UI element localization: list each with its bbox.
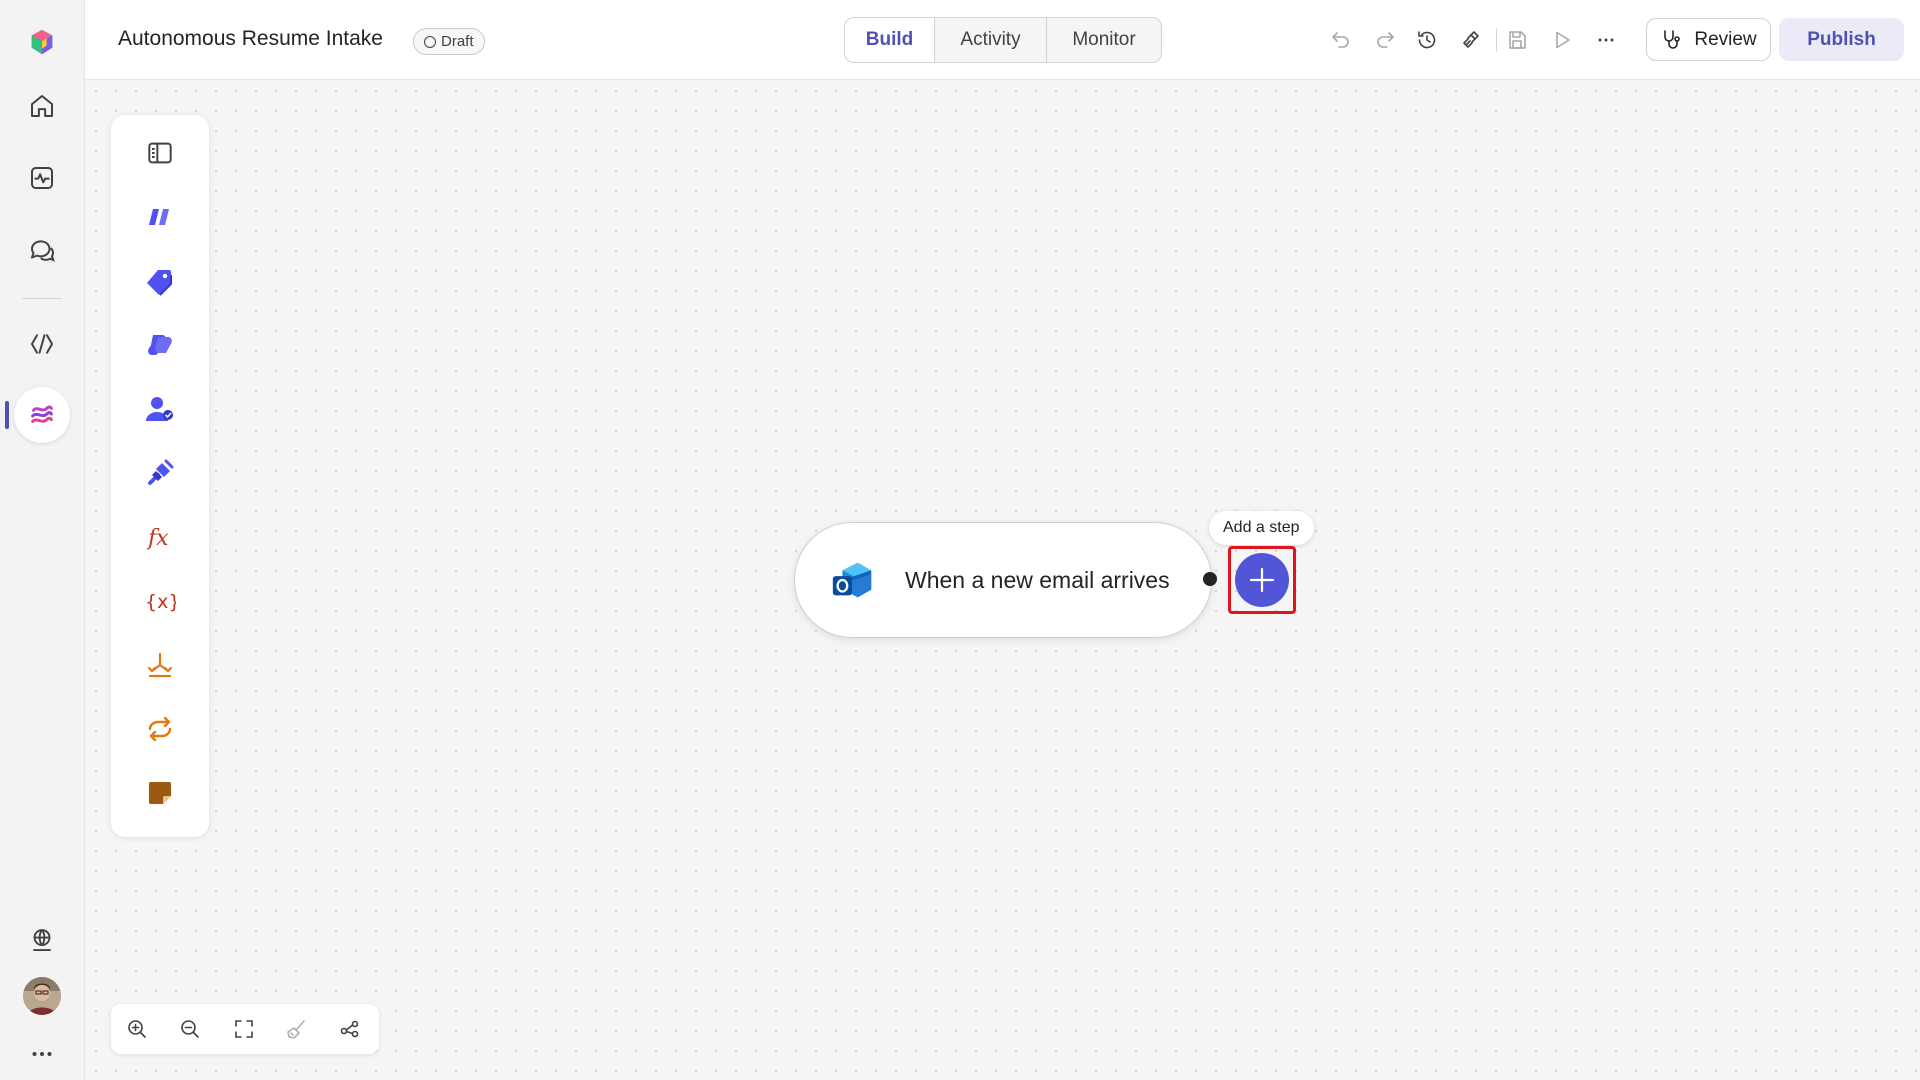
trigger-label: When a new email arrives bbox=[905, 566, 1170, 593]
function-icon[interactable]: fx bbox=[135, 512, 185, 562]
activity-icon[interactable] bbox=[14, 150, 70, 206]
connector-handle[interactable] bbox=[1203, 572, 1217, 586]
app-window: Autonomous Resume Intake Draft Build Act… bbox=[0, 0, 1920, 1080]
zoom-in-icon[interactable] bbox=[122, 1014, 152, 1044]
add-step-tooltip: Add a step bbox=[1209, 511, 1314, 545]
svg-text:fx: fx bbox=[146, 526, 169, 551]
status-badge: Draft bbox=[413, 28, 485, 55]
condition-icon[interactable] bbox=[135, 640, 185, 690]
save-icon[interactable] bbox=[1499, 22, 1535, 58]
review-button[interactable]: Review bbox=[1646, 18, 1771, 61]
variable-icon[interactable]: {x} bbox=[135, 576, 185, 626]
tab-build[interactable]: Build bbox=[845, 18, 935, 62]
auto-layout-icon[interactable] bbox=[335, 1014, 365, 1044]
copilot-icon[interactable] bbox=[135, 320, 185, 370]
view-tabs: Build Activity Monitor bbox=[844, 17, 1162, 63]
rail-divider bbox=[22, 298, 62, 299]
human-in-loop-icon[interactable] bbox=[135, 384, 185, 434]
outlook-icon bbox=[832, 562, 872, 598]
ai-actions-icon[interactable] bbox=[135, 192, 185, 242]
rail-active-indicator bbox=[5, 401, 9, 429]
agent-flows-icon[interactable] bbox=[14, 387, 70, 443]
loop-icon[interactable] bbox=[135, 704, 185, 754]
draft-circle-icon bbox=[424, 35, 436, 48]
home-icon[interactable] bbox=[14, 78, 70, 134]
header-separator bbox=[1496, 28, 1497, 52]
chat-icon[interactable] bbox=[14, 222, 70, 278]
connections-icon[interactable] bbox=[1454, 22, 1490, 58]
status-badge-label: Draft bbox=[441, 33, 474, 50]
undo-icon[interactable] bbox=[1323, 22, 1359, 58]
review-label: Review bbox=[1694, 28, 1757, 50]
environment-icon[interactable] bbox=[14, 912, 70, 968]
tags-icon[interactable] bbox=[135, 256, 185, 306]
tab-activity[interactable]: Activity bbox=[935, 18, 1047, 62]
trigger-node[interactable]: When a new email arrives bbox=[794, 522, 1212, 638]
developer-icon[interactable] bbox=[14, 316, 70, 372]
add-step-button[interactable] bbox=[1235, 553, 1289, 607]
toolbox-panel: fx {x} bbox=[111, 115, 209, 837]
connector-icon[interactable] bbox=[135, 448, 185, 498]
publish-button[interactable]: Publish bbox=[1779, 18, 1904, 61]
svg-text:{x}: {x} bbox=[145, 591, 176, 613]
left-rail bbox=[0, 0, 85, 1080]
test-run-icon[interactable] bbox=[1544, 22, 1580, 58]
header-bar: Autonomous Resume Intake Draft Build Act… bbox=[85, 0, 1920, 80]
stethoscope-icon bbox=[1664, 29, 1681, 49]
user-avatar[interactable] bbox=[23, 977, 61, 1015]
redo-icon[interactable] bbox=[1367, 22, 1403, 58]
app-logo-icon[interactable] bbox=[14, 14, 70, 70]
fit-view-icon[interactable] bbox=[229, 1014, 259, 1044]
version-history-icon[interactable] bbox=[1409, 22, 1445, 58]
more-options-icon[interactable] bbox=[1588, 22, 1624, 58]
zoom-controls bbox=[111, 1004, 379, 1054]
page-title: Autonomous Resume Intake bbox=[118, 27, 383, 50]
tab-monitor[interactable]: Monitor bbox=[1047, 18, 1161, 62]
note-icon[interactable] bbox=[135, 768, 185, 818]
plus-icon bbox=[1249, 567, 1275, 593]
collapse-panel-icon[interactable] bbox=[135, 128, 185, 178]
clean-up-icon[interactable] bbox=[282, 1014, 312, 1044]
more-icon[interactable] bbox=[14, 1026, 70, 1080]
zoom-out-icon[interactable] bbox=[175, 1014, 205, 1044]
